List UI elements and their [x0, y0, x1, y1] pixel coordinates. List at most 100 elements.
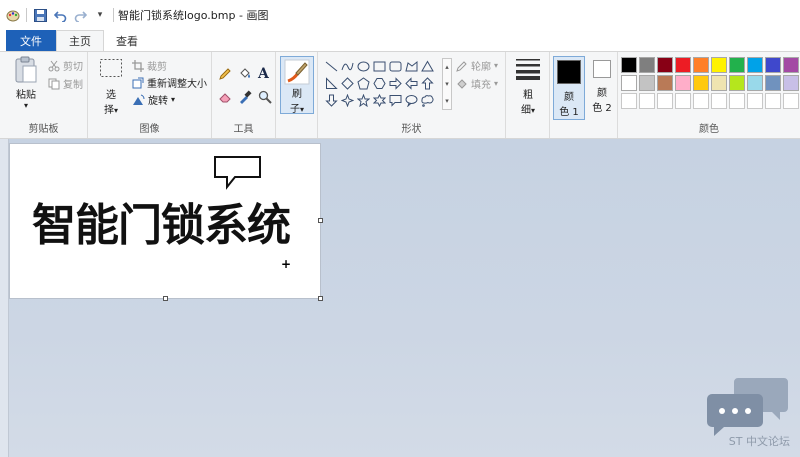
outline-button[interactable]: 轮廓 ▾ [456, 58, 498, 73]
right-arrow-shape-icon[interactable] [388, 75, 403, 91]
active-colors-group: 颜 色 1 颜 色 2 [550, 52, 618, 138]
polygon-shape-icon[interactable] [404, 58, 419, 74]
palette-swatch[interactable] [639, 75, 655, 91]
palette-swatch[interactable] [783, 75, 799, 91]
color-picker-icon[interactable] [238, 90, 252, 104]
palette-swatch[interactable] [729, 57, 745, 73]
canvas-resize-handle-bottom[interactable] [163, 296, 168, 301]
size-button[interactable]: 粗 细▾ [512, 58, 544, 116]
triangle-shape-icon[interactable] [420, 58, 435, 74]
fill-button[interactable]: 填充 ▾ [456, 76, 498, 91]
line-width-icon [515, 58, 541, 80]
palette-swatch[interactable] [711, 57, 727, 73]
canvas-resize-handle-corner[interactable] [318, 296, 323, 301]
save-icon[interactable] [33, 8, 47, 22]
rectangular-callout-shape-icon[interactable] [388, 92, 403, 108]
rectangle-shape-icon[interactable] [372, 58, 387, 74]
diamond-shape-icon[interactable] [340, 75, 355, 91]
paste-button[interactable]: 粘贴 ▾ [10, 56, 42, 110]
palette-swatch[interactable] [675, 75, 691, 91]
palette-swatch[interactable] [783, 57, 799, 73]
cut-button[interactable]: 剪切 [48, 58, 83, 73]
cloud-callout-shape-icon[interactable] [420, 92, 435, 108]
tab-home[interactable]: 主页 [56, 30, 104, 51]
palette-swatch[interactable] [675, 57, 691, 73]
line-shape-icon[interactable] [324, 58, 339, 74]
magnifier-icon[interactable] [258, 90, 272, 104]
down-arrow-shape-icon[interactable] [324, 92, 339, 108]
undo-icon[interactable] [53, 8, 67, 22]
right-triangle-shape-icon[interactable] [324, 75, 339, 91]
palette-swatch[interactable] [765, 75, 781, 91]
four-point-star-shape-icon[interactable] [340, 92, 355, 108]
palette-swatch[interactable] [693, 75, 709, 91]
select-button[interactable]: 选 择▾ [96, 58, 126, 116]
pencil-icon[interactable] [218, 67, 232, 81]
up-arrow-shape-icon[interactable] [420, 75, 435, 91]
palette-swatch[interactable] [693, 57, 709, 73]
palette-swatch[interactable] [747, 75, 763, 91]
redo-icon[interactable] [73, 8, 87, 22]
palette-swatch[interactable] [711, 93, 727, 109]
palette-swatch[interactable] [657, 75, 673, 91]
resize-button[interactable]: 重新调整大小 [132, 75, 207, 90]
brushes-group: 刷 子▾ [276, 52, 318, 138]
palette-swatch[interactable] [729, 93, 745, 109]
colors-group-label: 颜色 [699, 124, 719, 135]
palette-swatch[interactable] [693, 93, 709, 109]
palette-swatch[interactable] [747, 57, 763, 73]
color-2-swatch [593, 60, 611, 78]
eraser-icon[interactable] [218, 90, 232, 104]
curve-shape-icon[interactable] [340, 58, 355, 74]
oval-shape-icon[interactable] [356, 58, 371, 74]
palette-swatch[interactable] [639, 57, 655, 73]
palette-swatch[interactable] [639, 93, 655, 109]
brushes-button[interactable]: 刷 子▾ [280, 56, 314, 115]
hexagon-shape-icon[interactable] [372, 75, 387, 91]
five-point-star-shape-icon[interactable] [356, 92, 371, 108]
scroll-up-icon[interactable]: ▴ [445, 63, 449, 71]
tab-view[interactable]: 查看 [104, 30, 150, 51]
shapes-gallery-scroll[interactable]: ▴ ▾ ▾ [442, 58, 452, 110]
color-1-button[interactable]: 颜 色 1 [553, 56, 585, 120]
crop-button[interactable]: 裁剪 [132, 58, 167, 73]
canvas-resize-handle-right[interactable] [318, 218, 323, 223]
tools-row-1: A [218, 66, 269, 82]
six-point-star-shape-icon[interactable] [372, 92, 387, 108]
palette-swatch[interactable] [621, 57, 637, 73]
outline-pen-icon [456, 60, 468, 72]
palette-swatch[interactable] [711, 75, 727, 91]
palette-swatch[interactable] [675, 93, 691, 109]
palette-swatch[interactable] [747, 93, 763, 109]
pentagon-shape-icon[interactable] [356, 75, 371, 91]
palette-swatch[interactable] [765, 57, 781, 73]
paint-app-icon[interactable] [6, 8, 20, 22]
palette-swatch[interactable] [783, 93, 799, 109]
image-group: 选 择▾ 裁剪 重新调整大小 旋转 ▾ 图像 [88, 52, 212, 138]
drawing-canvas[interactable]: 智能门锁系统 + [10, 144, 323, 301]
gallery-expand-icon[interactable]: ▾ [445, 97, 449, 105]
scroll-down-icon[interactable]: ▾ [445, 80, 449, 88]
palette-swatch[interactable] [621, 93, 637, 109]
left-arrow-shape-icon[interactable] [404, 75, 419, 91]
rotate-button[interactable]: 旋转 ▾ [132, 92, 175, 107]
rounded-rectangle-shape-icon[interactable] [388, 58, 403, 74]
copy-button[interactable]: 复制 [48, 76, 83, 91]
shapes-group-label: 形状 [401, 124, 422, 135]
text-tool-icon[interactable]: A [258, 66, 269, 82]
ribbon-tabs: 文件 主页 查看 [0, 30, 800, 51]
oval-callout-shape-icon[interactable] [404, 92, 419, 108]
palette-swatch[interactable] [657, 93, 673, 109]
palette-swatch[interactable] [621, 75, 637, 91]
fill-bucket-icon[interactable] [238, 67, 252, 81]
palette-swatch[interactable] [765, 93, 781, 109]
size-group: 粗 细▾ [506, 52, 550, 138]
rotate-icon [132, 94, 145, 106]
palette-swatch[interactable] [729, 75, 745, 91]
brush-icon [284, 59, 310, 85]
paste-dropdown-icon[interactable]: ▾ [24, 101, 28, 110]
tab-file[interactable]: 文件 [6, 30, 56, 51]
palette-swatch[interactable] [657, 57, 673, 73]
color-2-button[interactable]: 颜 色 2 [588, 60, 616, 114]
customize-toolbar-dropdown-icon[interactable]: ▾ [93, 8, 107, 22]
